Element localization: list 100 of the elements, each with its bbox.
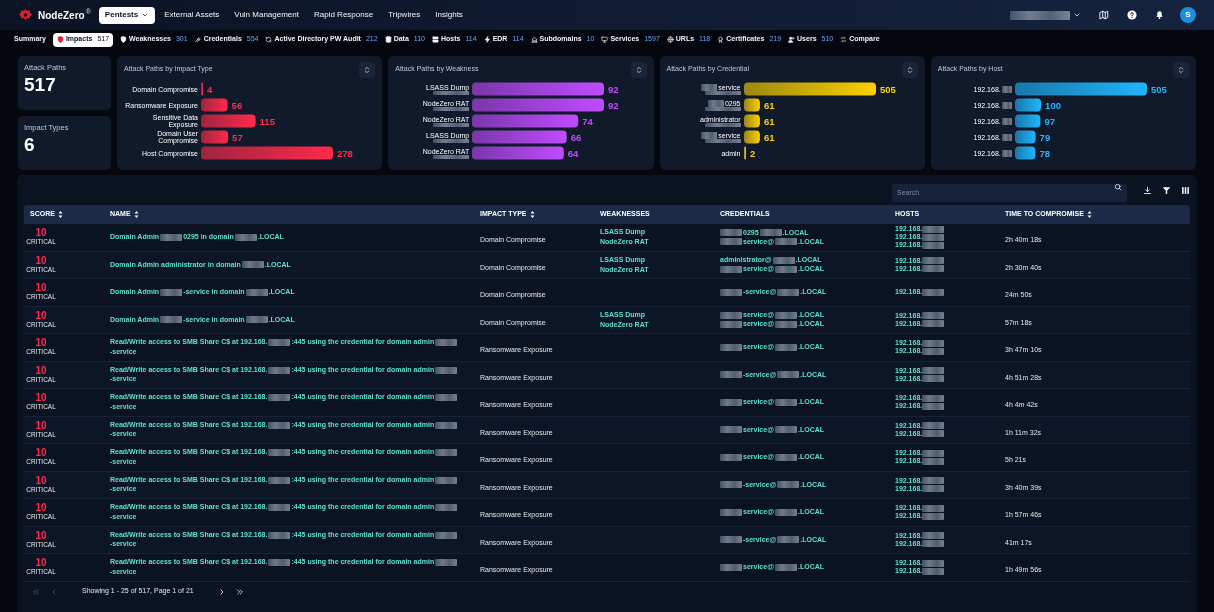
redaction-block (268, 339, 291, 346)
redaction-block (435, 421, 458, 429)
bar-value: 115 (259, 115, 275, 127)
redaction-block (1001, 101, 1012, 109)
redaction-block (720, 536, 742, 544)
redaction-block (433, 154, 470, 159)
score-value: 10 (35, 530, 47, 541)
bar (201, 130, 229, 144)
bar (1014, 146, 1036, 160)
score-value: 10 (35, 448, 47, 459)
redaction-block (245, 288, 268, 296)
bar-value: 79 (1039, 131, 1050, 143)
bar-value: 92 (608, 99, 619, 111)
chevron-up-down-icon (634, 65, 643, 74)
bar-value: 78 (1039, 147, 1050, 159)
redaction-block (245, 316, 268, 324)
redaction-block (435, 531, 458, 539)
bar-value: 66 (570, 131, 582, 143)
redaction-block (1001, 85, 1012, 93)
last-page-icon[interactable] (235, 587, 244, 596)
nav-tab[interactable]: Tripwires (382, 6, 427, 24)
download-icon[interactable] (1143, 185, 1152, 195)
bar-value: 278 (337, 147, 353, 159)
shield-icon (120, 36, 128, 43)
user-menu[interactable] (1010, 10, 1081, 20)
bar-value: 61 (763, 131, 774, 143)
redaction-block (922, 288, 945, 296)
bar-value: 64 (568, 147, 579, 159)
swap-icon (840, 36, 848, 43)
stat-value: 517 (24, 73, 57, 98)
stat-value: 6 (24, 133, 36, 158)
score-value: 10 (35, 255, 47, 266)
filter-icon[interactable] (1162, 185, 1171, 195)
bar (743, 114, 760, 128)
redaction-block (774, 398, 797, 406)
sort-icon[interactable] (133, 211, 139, 218)
columns-icon[interactable] (1181, 185, 1190, 195)
database-icon (384, 36, 392, 43)
bar-value: 2 (749, 147, 755, 159)
nav-tab[interactable]: Pentests (98, 6, 156, 24)
bar-value: 505 (879, 83, 896, 95)
redaction-block (268, 366, 291, 374)
redaction-block (268, 421, 291, 429)
server-icon (432, 36, 439, 43)
sort-icon[interactable] (529, 211, 535, 218)
help-icon[interactable] (1127, 10, 1137, 20)
score-value: 10 (35, 310, 47, 321)
nav-tab[interactable]: Vuln Management (228, 6, 305, 24)
bar-value: 74 (582, 115, 594, 127)
sort-icon[interactable] (1086, 211, 1092, 218)
bar-value: 505 (1150, 83, 1167, 95)
bar-value: 57 (232, 131, 243, 143)
redaction-block (777, 288, 800, 296)
redaction-block (435, 504, 458, 511)
expand-button[interactable] (359, 61, 376, 78)
users-icon (788, 36, 796, 43)
redaction-block (1001, 117, 1012, 125)
nav-tab[interactable]: Rapid Response (308, 6, 380, 24)
redaction-block (774, 453, 797, 461)
redaction-block (777, 536, 800, 544)
refresh-icon (265, 36, 273, 43)
redaction-block (160, 288, 183, 296)
sort-icon[interactable] (57, 211, 63, 218)
redaction-block (268, 476, 291, 484)
bar (201, 114, 256, 128)
map-icon[interactable] (1099, 10, 1109, 20)
redaction-block (160, 316, 183, 324)
redaction-block (160, 233, 183, 241)
redaction-block (435, 394, 458, 401)
bar (1014, 114, 1041, 128)
expand-button[interactable] (630, 61, 647, 78)
redaction-block (720, 398, 742, 406)
redaction-block (433, 90, 470, 95)
score-value: 10 (35, 475, 47, 486)
nav-tab[interactable]: Insights (429, 6, 469, 24)
score-value: 10 (35, 393, 47, 404)
redaction-block (433, 122, 470, 127)
redaction-block (241, 261, 264, 269)
bar (1014, 130, 1036, 144)
redaction-block (774, 563, 797, 571)
redaction-block (1001, 133, 1012, 141)
globe-icon (666, 36, 674, 43)
expand-button[interactable] (1173, 61, 1189, 78)
redaction-block (1001, 149, 1012, 157)
redaction-block (433, 138, 470, 143)
bar-value: 56 (231, 99, 243, 111)
redaction-block (720, 453, 742, 461)
score-value: 10 (35, 420, 47, 431)
expand-button[interactable] (901, 61, 918, 78)
nav-tab[interactable]: External Assets (158, 6, 226, 24)
brand-name: NodeZero (38, 8, 85, 23)
score-value: 10 (35, 558, 47, 569)
search-icon (1114, 183, 1122, 191)
score-value: 10 (35, 338, 47, 349)
bar-value: 100 (1044, 99, 1061, 111)
redaction-block (268, 559, 291, 566)
bar (743, 130, 760, 144)
redaction-block (268, 504, 291, 511)
redaction-block (720, 481, 742, 489)
bell-icon[interactable] (1155, 10, 1164, 20)
